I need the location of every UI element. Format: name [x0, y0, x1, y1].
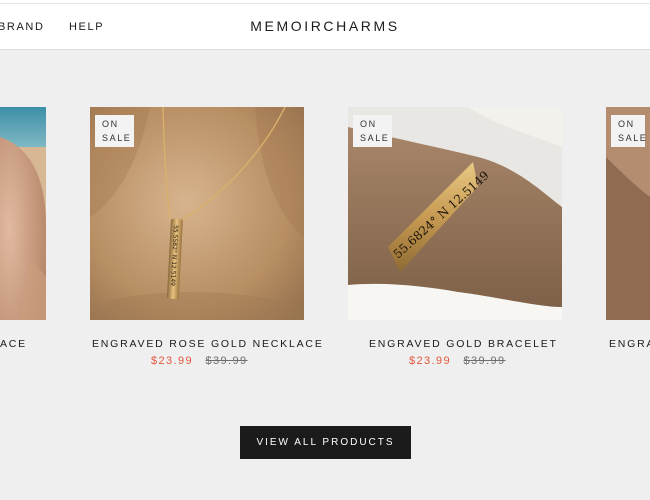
header-top-divider [0, 3, 650, 4]
compare-at-price: $39.99 [463, 355, 506, 367]
product-prices: $23.99 $39.99 [409, 355, 506, 367]
product-title[interactable]: ACE [0, 338, 27, 350]
site-header: BRAND HELP MEMOIRCHARMS [0, 0, 650, 50]
product-photo-beach [0, 107, 46, 320]
product-image[interactable]: 55.6824° N 12.5149 ON SALE [348, 107, 562, 320]
product-title[interactable]: ENGRAVED ROSE GOLD NECKLACE [92, 338, 324, 350]
product-title[interactable]: ENGRAVED GOLD BRACELET [369, 338, 558, 350]
product-image[interactable]: 55.5582° N 12.5149 ON SALE [90, 107, 304, 320]
product-image[interactable]: ON SALE [606, 107, 650, 320]
view-all-products-button[interactable]: VIEW ALL PRODUCTS [240, 426, 411, 459]
product-prices: $23.99 $39.99 [151, 355, 248, 367]
product-title[interactable]: ENGRA [609, 338, 650, 350]
on-sale-badge: ON SALE [611, 115, 646, 147]
compare-at-price: $39.99 [205, 355, 248, 367]
sale-price: $23.99 [409, 355, 452, 367]
product-image[interactable] [0, 107, 46, 320]
site-logo[interactable]: MEMOIRCHARMS [0, 18, 650, 34]
sale-price: $23.99 [151, 355, 194, 367]
on-sale-badge: ON SALE [95, 115, 134, 147]
on-sale-badge: ON SALE [353, 115, 392, 147]
